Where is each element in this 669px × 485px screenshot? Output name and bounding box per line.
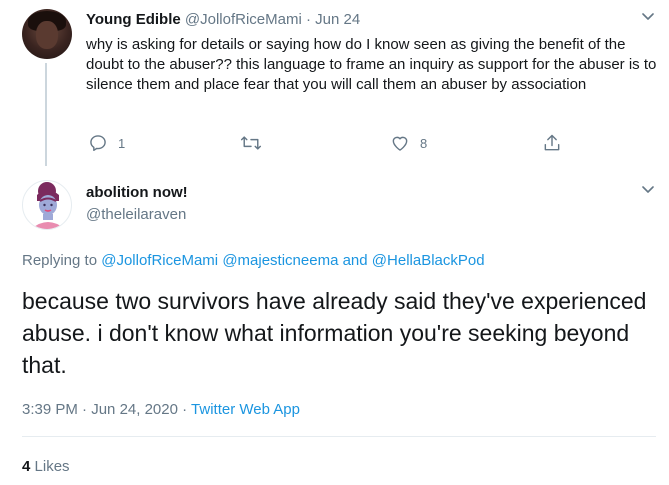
likes-stat[interactable]: 4 Likes: [22, 457, 70, 477]
share-icon: [542, 133, 562, 153]
main-tweet: abolition now! @theleilaraven Replying t…: [0, 172, 669, 485]
display-name[interactable]: Young Edible: [86, 11, 181, 28]
handle[interactable]: @theleilaraven: [86, 205, 186, 225]
retweet-button[interactable]: [240, 133, 272, 153]
handle[interactable]: @JollofRiceMami: [185, 11, 302, 28]
heart-icon: [390, 133, 410, 153]
likes-label: Likes: [34, 458, 70, 475]
replying-to: Replying to @JollofRiceMami @majesticnee…: [22, 251, 485, 271]
tweet-time[interactable]: 3:39 PM: [22, 401, 78, 418]
separator: ·: [82, 401, 88, 418]
mentions-and[interactable]: and: [343, 252, 368, 269]
reply-count: 1: [118, 135, 126, 151]
like-button[interactable]: 8: [390, 133, 427, 153]
avatar[interactable]: [22, 9, 72, 59]
tweet-date[interactable]: Jun 24, 2020: [91, 401, 178, 418]
reply-button[interactable]: 1: [88, 133, 125, 153]
chevron-down-icon[interactable]: [642, 186, 654, 196]
avatar-face: [36, 21, 58, 49]
retweet-icon: [240, 133, 262, 153]
tweet-actions: 1 8: [86, 133, 646, 155]
avatar[interactable]: [22, 180, 72, 230]
like-count: 8: [420, 135, 428, 151]
tweet-date[interactable]: Jun 24: [315, 11, 360, 28]
mention-link[interactable]: @majesticneema: [222, 252, 338, 269]
chevron-down-icon[interactable]: [642, 13, 654, 23]
source-app-link[interactable]: Twitter Web App: [191, 401, 300, 418]
tweet-text: because two survivors have already said …: [22, 288, 647, 378]
display-name[interactable]: abolition now!: [86, 183, 188, 203]
separator: ·: [305, 11, 311, 28]
reply-icon: [88, 133, 108, 153]
tweet-text: why is asking for details or saying how …: [86, 36, 657, 93]
replying-prefix: Replying to: [22, 252, 98, 269]
parent-tweet[interactable]: Young Edible @JollofRiceMami · Jun 24 wh…: [0, 0, 669, 172]
thread-connector: [45, 63, 47, 166]
mention-link[interactable]: @JollofRiceMami: [101, 252, 218, 269]
tweet-header: Young Edible @JollofRiceMami · Jun 24: [86, 10, 360, 30]
share-button[interactable]: [542, 133, 562, 153]
likes-count: 4: [22, 458, 31, 475]
tweet-timestamp: 3:39 PM · Jun 24, 2020 · Twitter Web App: [22, 400, 300, 420]
separator: ·: [182, 401, 188, 418]
mention-link[interactable]: @HellaBlackPod: [372, 252, 485, 269]
divider: [22, 436, 656, 437]
